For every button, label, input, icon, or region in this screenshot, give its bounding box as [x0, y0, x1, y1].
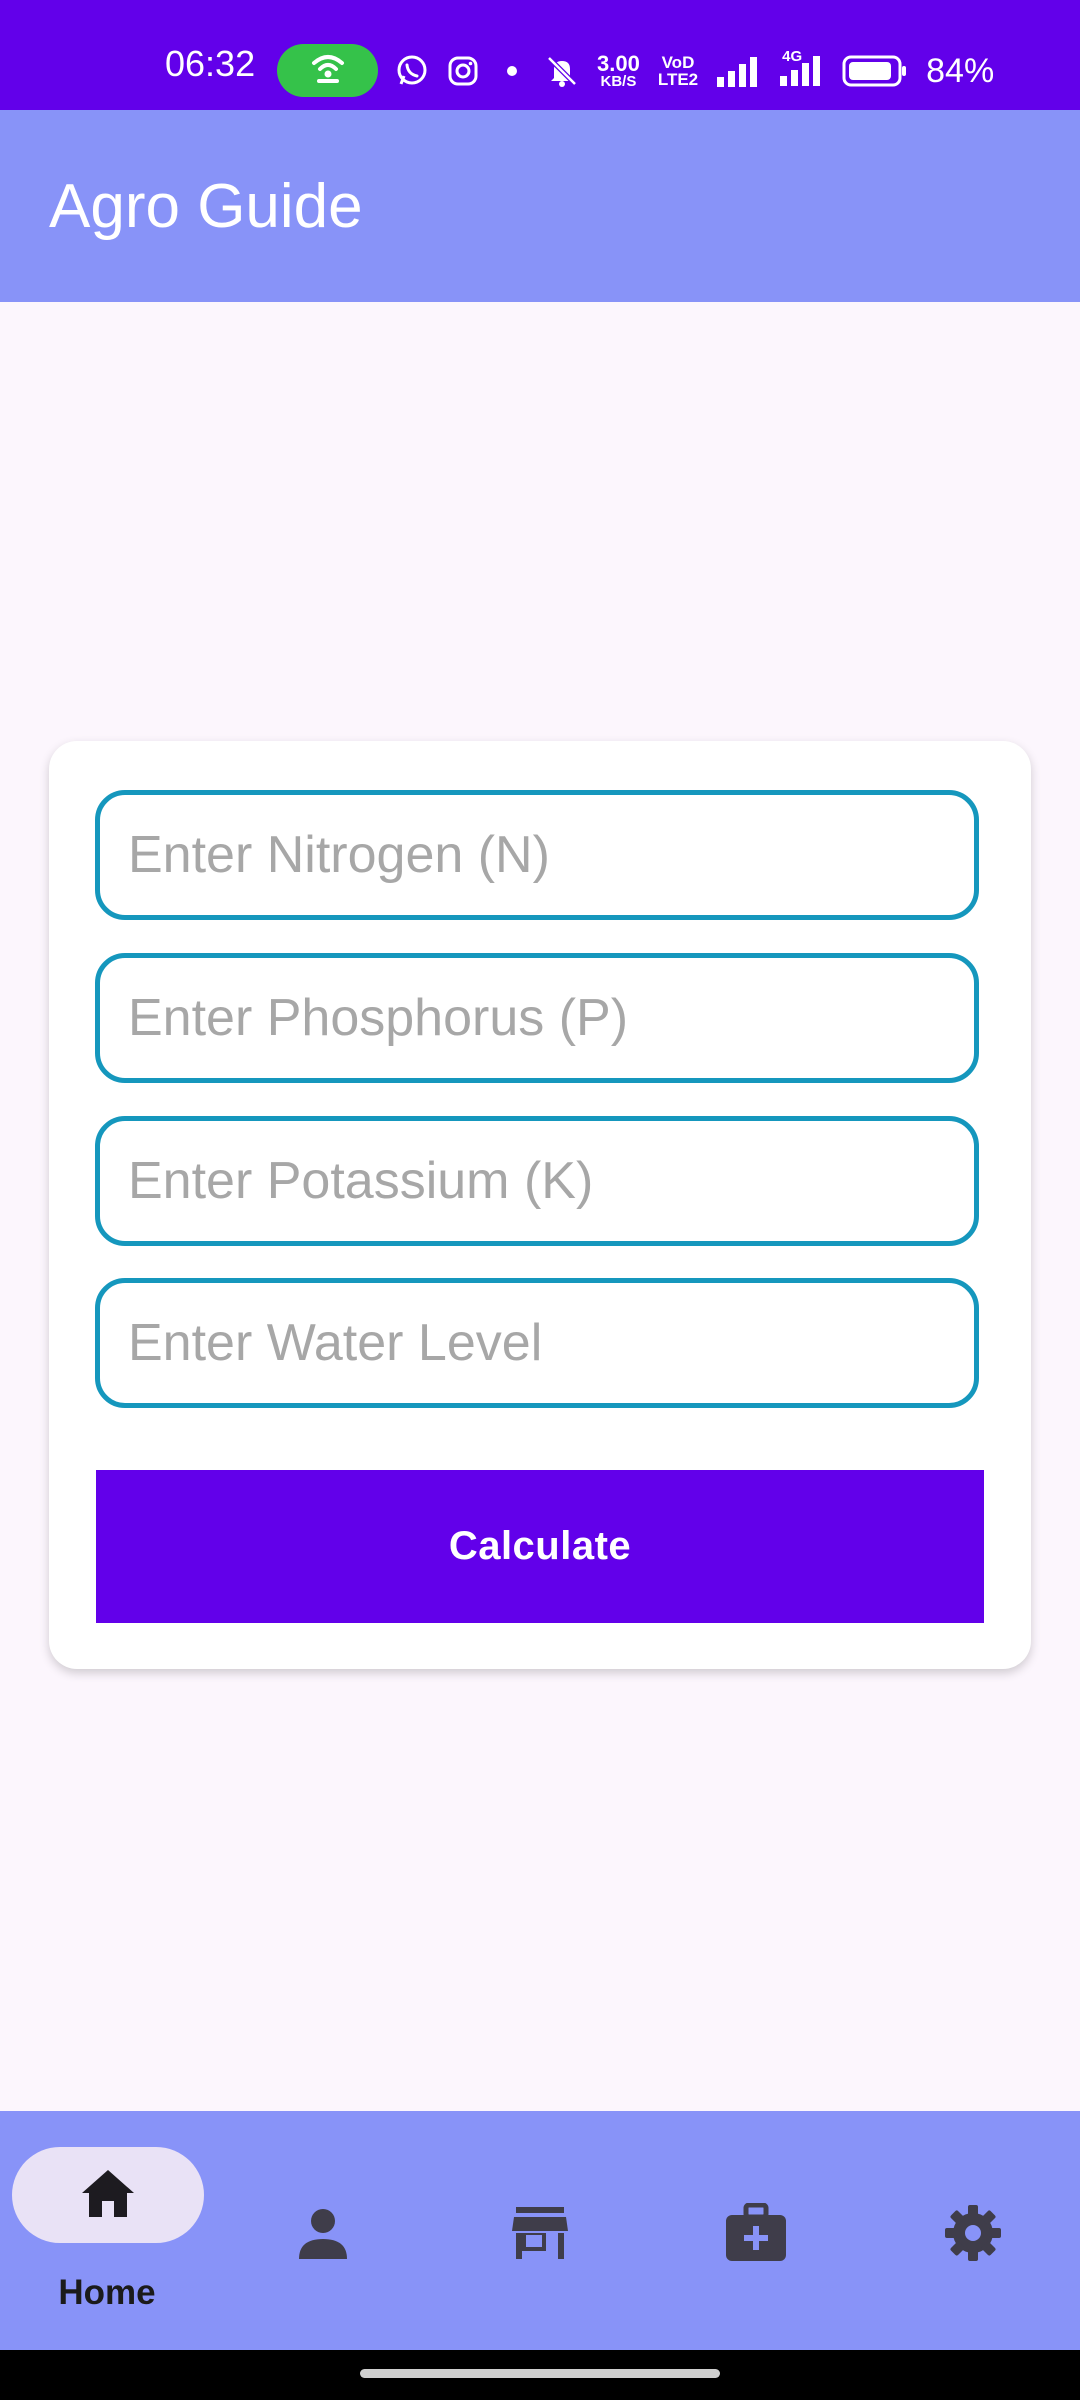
- status-icons: 3.00 KB/S VoD LTE2 4G 84%: [395, 46, 994, 96]
- potassium-input[interactable]: [126, 1150, 974, 1212]
- network-speed: 3.00 KB/S: [597, 50, 640, 90]
- instagram-icon: [447, 55, 479, 87]
- hotspot-icon: [308, 51, 348, 90]
- network-type: 4G: [782, 48, 803, 65]
- battery-percent: 84%: [926, 51, 995, 90]
- bottom-navigation: Home: [0, 2111, 1080, 2350]
- status-bar: 06:32 3.00 KB/S VoD LTE2 4G 84%: [0, 0, 1080, 110]
- potassium-field[interactable]: [95, 1116, 979, 1246]
- nitrogen-field[interactable]: [95, 790, 979, 920]
- nav-item-medical[interactable]: [711, 2111, 801, 2350]
- battery-icon: [842, 55, 908, 87]
- phosphorus-input[interactable]: [126, 987, 974, 1049]
- gesture-handle[interactable]: [360, 2369, 720, 2378]
- nav-item-settings[interactable]: [928, 2111, 1018, 2350]
- medical-kit-icon: [711, 2188, 801, 2278]
- volte-indicator: VoD LTE2: [657, 53, 699, 89]
- status-time: 06:32: [165, 43, 256, 84]
- app-bar: Agro Guide: [0, 110, 1080, 302]
- phosphorus-field[interactable]: [95, 953, 979, 1083]
- signal-icon: [716, 55, 760, 87]
- water-level-field[interactable]: [95, 1278, 979, 1408]
- bell-off-icon: [545, 54, 579, 88]
- nav-item-store[interactable]: [495, 2111, 585, 2350]
- whatsapp-icon: [395, 54, 429, 88]
- nav-item-home[interactable]: Home: [0, 2111, 214, 2350]
- signal-4g-icon: 4G: [778, 48, 824, 88]
- nav-selected-indicator: [12, 2147, 204, 2243]
- person-icon: [278, 2188, 368, 2278]
- water-level-input[interactable]: [126, 1312, 974, 1374]
- store-icon: [495, 2188, 585, 2278]
- system-navigation-bar: [0, 2350, 1080, 2400]
- nav-item-profile[interactable]: [278, 2111, 368, 2350]
- nav-label-home: Home: [58, 2273, 156, 2312]
- calculate-button[interactable]: Calculate: [96, 1470, 984, 1623]
- hotspot-indicator[interactable]: [277, 44, 378, 97]
- dot-icon: [497, 64, 527, 78]
- home-icon: [79, 2167, 137, 2224]
- page-title: Agro Guide: [49, 172, 363, 241]
- gear-icon: [928, 2188, 1018, 2278]
- npk-form-card: Calculate: [49, 741, 1031, 1669]
- nitrogen-input[interactable]: [126, 824, 974, 886]
